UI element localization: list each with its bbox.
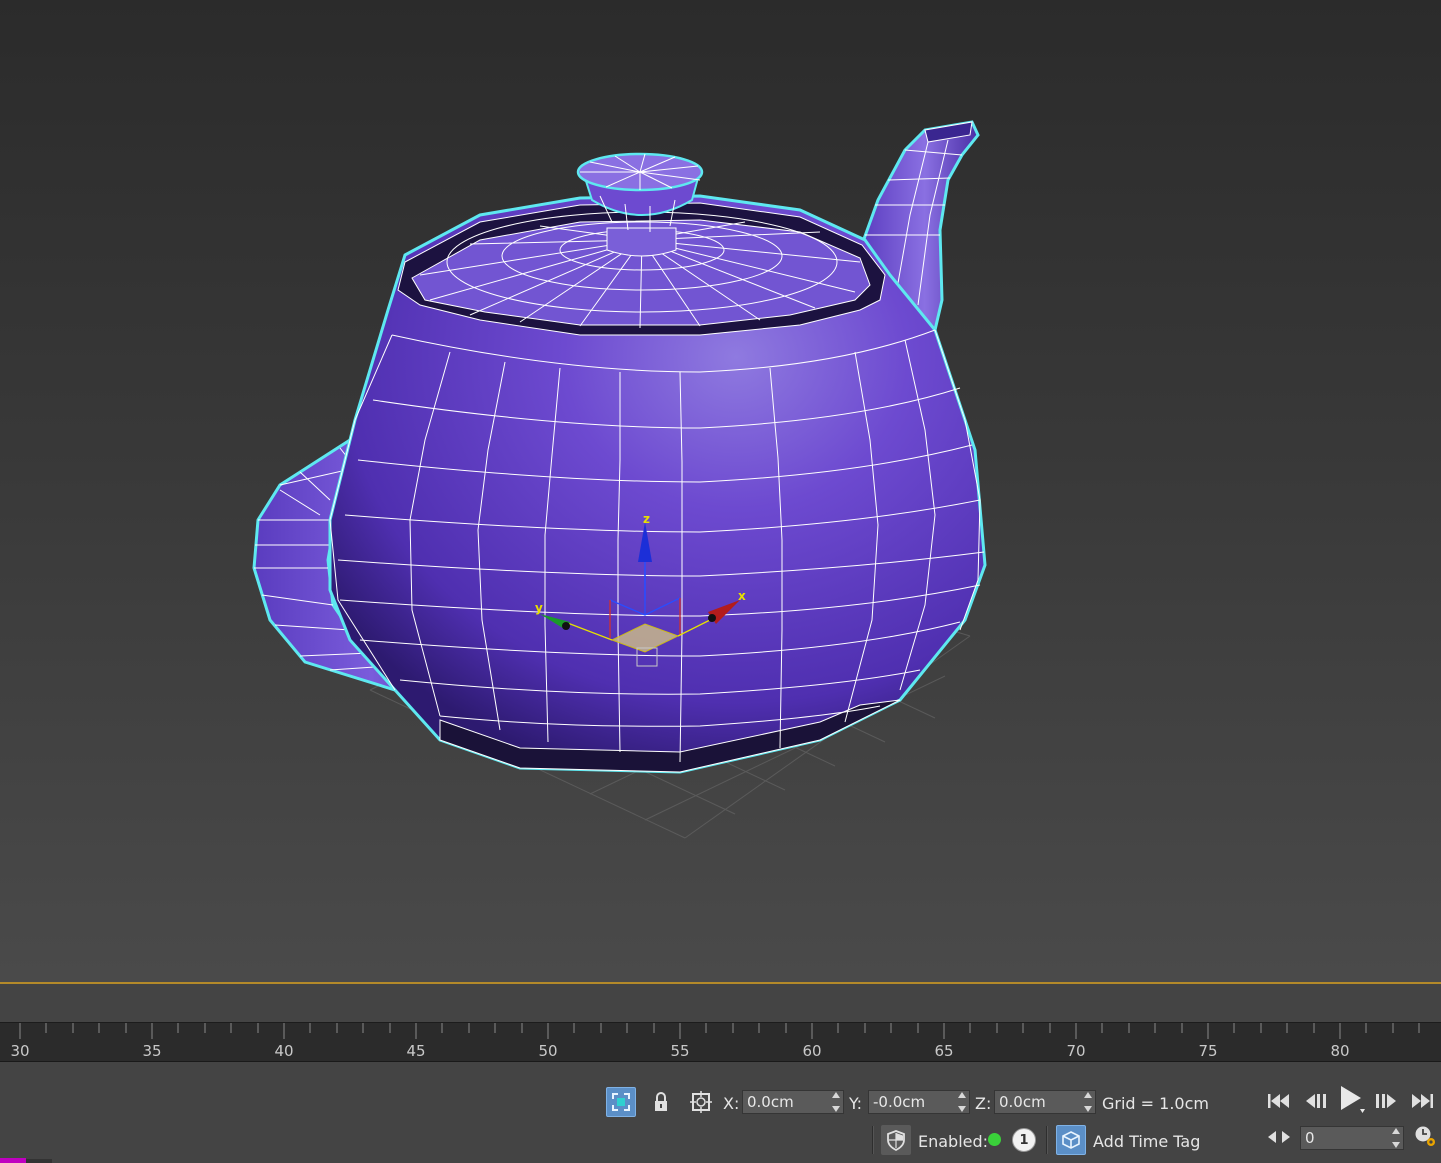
previous-frame-icon [1306, 1094, 1326, 1108]
selection-lock-icon [612, 1093, 630, 1111]
previous-frame-button[interactable] [1302, 1086, 1332, 1116]
status-divider [872, 1126, 874, 1154]
viewport-scene: z y x [252, 120, 987, 839]
timeline-tick-label: 80 [1330, 1042, 1350, 1060]
play-icon [1341, 1086, 1365, 1113]
enabled-status-icon [988, 1133, 1001, 1146]
x-coordinate-value: 0.0cm [747, 1093, 794, 1111]
selection-lock-toggle[interactable] [606, 1087, 636, 1117]
absolute-offset-toggle[interactable] [686, 1087, 716, 1117]
transform-type-in-icon [690, 1091, 712, 1113]
timeline-tick-label: 50 [538, 1042, 558, 1060]
next-frame-icon [1376, 1094, 1396, 1108]
timeline-tick-label: 75 [1198, 1042, 1218, 1060]
add-time-tag-button[interactable] [1056, 1125, 1086, 1155]
timeline-tick-label: 40 [274, 1042, 294, 1060]
timeline-tick-label: 45 [406, 1042, 426, 1060]
timeline-tick-label: 30 [10, 1042, 30, 1060]
time-slider-marker [0, 1158, 26, 1163]
lock-icon [655, 1092, 667, 1111]
shield-icon [887, 1130, 905, 1151]
cube-icon [1062, 1131, 1080, 1149]
z-coordinate-label: Z: [975, 1094, 992, 1113]
go-to-end-icon [1412, 1094, 1433, 1108]
timeline-tick-label: 55 [670, 1042, 690, 1060]
y-coordinate-value: -0.0cm [873, 1093, 926, 1111]
time-configuration-button[interactable] [1410, 1121, 1440, 1151]
enabled-label: Enabled: [918, 1132, 989, 1151]
clock-gear-icon [1415, 1126, 1435, 1146]
play-button[interactable] [1336, 1084, 1366, 1114]
gizmo-y-label: y [535, 601, 543, 615]
x-spinner-arrows[interactable] [831, 1092, 841, 1112]
grid-size-text: Grid = 1.0cm [1102, 1094, 1209, 1113]
go-to-start-button[interactable] [1264, 1086, 1294, 1116]
y-coordinate-spinner[interactable]: -0.0cm [868, 1090, 970, 1114]
frame-spinner-arrows[interactable] [1391, 1128, 1401, 1148]
lock-button[interactable] [646, 1087, 676, 1117]
z-spinner-arrows[interactable] [1083, 1092, 1093, 1112]
timeline-tick-label: 35 [142, 1042, 162, 1060]
z-coordinate-value: 0.0cm [999, 1093, 1046, 1111]
adaptive-degradation-button[interactable] [881, 1125, 911, 1155]
status-divider [1046, 1126, 1048, 1154]
key-mode-icon [1268, 1131, 1290, 1143]
status-bar: X: 0.0cm Y: -0.0cm Z: 0.0cm Grid = 1.0cm… [0, 1078, 1441, 1163]
gizmo-z-label: z [643, 512, 650, 526]
next-frame-button[interactable] [1370, 1086, 1400, 1116]
track-bar[interactable]: 30 35 40 45 50 55 60 65 70 75 80 [0, 1022, 1441, 1062]
perspective-viewport[interactable]: z y x [0, 0, 1441, 982]
time-slider-marker-shadow [26, 1159, 52, 1163]
current-frame-value: 0 [1305, 1129, 1315, 1147]
key-mode-toggle[interactable] [1264, 1122, 1294, 1152]
current-frame-spinner[interactable]: 0 [1300, 1126, 1404, 1150]
timeline-tick-label: 70 [1066, 1042, 1086, 1060]
time-slider-area[interactable] [0, 984, 1441, 1022]
z-coordinate-spinner[interactable]: 0.0cm [994, 1090, 1096, 1114]
enabled-count-badge[interactable]: 1 [1012, 1128, 1036, 1152]
timeline-tick-label: 60 [802, 1042, 822, 1060]
x-coordinate-spinner[interactable]: 0.0cm [742, 1090, 844, 1114]
track-bar-ticks [19, 1023, 1420, 1039]
go-to-start-icon [1268, 1094, 1289, 1108]
y-spinner-arrows[interactable] [957, 1092, 967, 1112]
timeline-tick-label: 65 [934, 1042, 954, 1060]
y-coordinate-label: Y: [849, 1094, 863, 1113]
go-to-end-button[interactable] [1407, 1086, 1437, 1116]
add-time-tag-label[interactable]: Add Time Tag [1093, 1132, 1200, 1151]
x-coordinate-label: X: [723, 1094, 740, 1113]
gizmo-x-label: x [738, 589, 746, 603]
